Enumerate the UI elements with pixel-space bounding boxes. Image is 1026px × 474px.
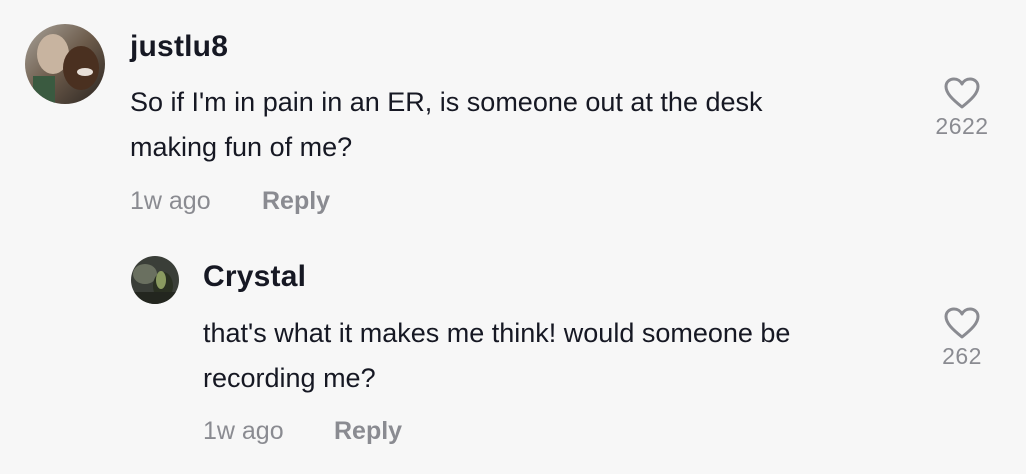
like-button[interactable]: 2622	[922, 77, 1002, 140]
comment-text-line: So if I'm in pain in an ER, is someone o…	[130, 87, 763, 117]
comment-item: justlu8 So if I'm in pain in an ER, is s…	[0, 0, 1026, 230]
like-count: 2622	[935, 113, 989, 139]
user-avatar-icon[interactable]	[25, 24, 105, 104]
comment-username[interactable]: justlu8	[130, 30, 228, 64]
heart-outline-icon	[944, 307, 980, 339]
user-avatar-icon[interactable]	[131, 256, 179, 304]
comment-timestamp: 1w ago	[130, 187, 211, 215]
reply-text-line: recording me?	[203, 363, 376, 393]
reply-button[interactable]: Reply	[262, 187, 330, 216]
reply-username[interactable]: Crystal	[203, 260, 306, 294]
like-button[interactable]: 262	[922, 307, 1002, 370]
reply-text-line: that's what it makes me think! would som…	[203, 318, 791, 348]
comment-text: So if I'm in pain in an ER, is someone o…	[130, 80, 890, 170]
reply-timestamp: 1w ago	[203, 417, 284, 445]
reply-text: that's what it makes me think! would som…	[203, 311, 903, 401]
reply-item: Crystal that's what it makes me think! w…	[0, 230, 1026, 474]
like-count: 262	[942, 343, 982, 369]
reply-button[interactable]: Reply	[334, 417, 402, 446]
heart-outline-icon	[944, 77, 980, 109]
comment-text-line: making fun of me?	[130, 132, 353, 162]
